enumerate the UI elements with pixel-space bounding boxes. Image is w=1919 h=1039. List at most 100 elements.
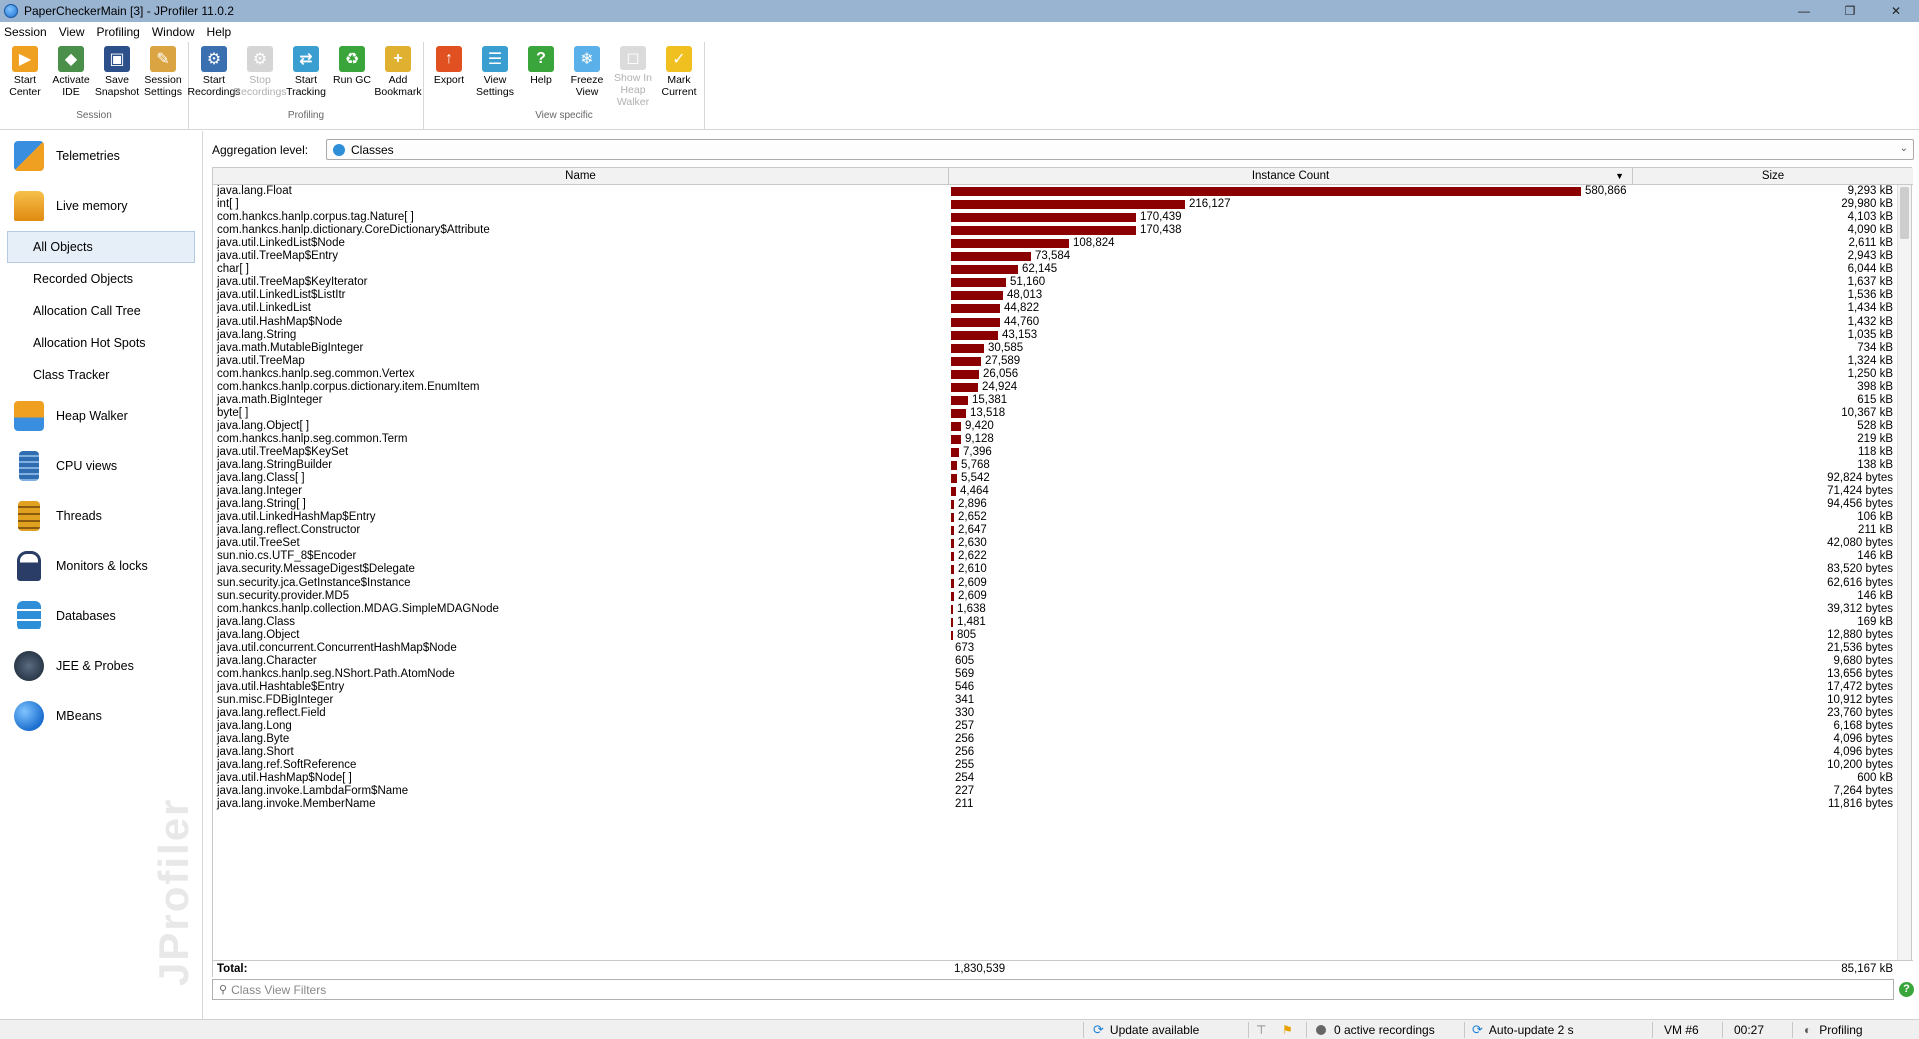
close-button[interactable]: ✕ (1873, 0, 1919, 22)
menu-view[interactable]: View (59, 25, 85, 39)
table-row[interactable]: sun.nio.cs.UTF_8$Encoder 2,622 146 kB (213, 550, 1913, 563)
help-button[interactable]: ? Help (518, 42, 564, 108)
run-gc-button[interactable]: ♻ Run GC (329, 42, 375, 108)
table-row[interactable]: java.lang.Byte 256 4,096 bytes (213, 733, 1913, 746)
table-row[interactable]: java.util.TreeMap$Entry 73,584 2,943 kB (213, 250, 1913, 263)
freeze-view-button[interactable]: ❄ Freeze View (564, 42, 610, 108)
table-row[interactable]: java.util.LinkedList$ListItr 48,013 1,536 … (213, 289, 1913, 302)
toolbar-button-label: Start (294, 74, 318, 86)
table-row[interactable]: byte[ ] 13,518 10,367 kB (213, 407, 1913, 420)
sidebar-item-allocation-hot-spots[interactable]: Allocation Hot Spots (0, 327, 202, 359)
table-row[interactable]: java.util.TreeSet 2,630 42,080 bytes (213, 537, 1913, 550)
filter-help-icon[interactable]: ? (1899, 982, 1914, 997)
sidebar-item-telemetries[interactable]: Telemetries (0, 131, 202, 181)
table-row[interactable]: com.hankcs.hanlp.collection.MDAG.SimpleM… (213, 603, 1913, 616)
table-row[interactable]: com.hankcs.hanlp.corpus.dictionary.item.… (213, 381, 1913, 394)
pin-icon[interactable]: ⊤ (1256, 1020, 1266, 1039)
table-row[interactable]: java.lang.Short 256 4,096 bytes (213, 746, 1913, 759)
menu-session[interactable]: Session (4, 25, 47, 39)
table-row[interactable]: java.lang.Long 257 6,168 bytes (213, 720, 1913, 733)
table-row[interactable]: java.math.MutableBigInteger 30,585 734 kB (213, 342, 1913, 355)
table-row[interactable]: java.util.LinkedList 44,822 1,434 kB (213, 302, 1913, 315)
table-row[interactable]: com.hankcs.hanlp.seg.NShort.Path.AtomNod… (213, 668, 1913, 681)
sidebar-item-monitors-locks[interactable]: Monitors & locks (0, 541, 202, 591)
table-row[interactable]: com.hankcs.hanlp.corpus.tag.Nature[ ] 170… (213, 211, 1913, 224)
menu-window[interactable]: Window (152, 25, 195, 39)
sidebar-item-cpu-views[interactable]: CPU views (0, 441, 202, 491)
table-row[interactable]: java.lang.Float 580,866 9,293 kB (213, 185, 1913, 198)
table-row[interactable]: sun.security.provider.MD5 2,609 146 kB (213, 590, 1913, 603)
table-row[interactable]: java.util.HashMap$Node[ ] 254 600 kB (213, 772, 1913, 785)
sidebar-item-heap-walker[interactable]: Heap Walker (0, 391, 202, 441)
auto-update-status[interactable]: ⟳ Auto-update 2 s (1472, 1020, 1574, 1039)
table-row[interactable]: int[ ] 216,127 29,980 kB (213, 198, 1913, 211)
class-view-filter-input[interactable]: ⚲ Class View Filters (212, 979, 1894, 1000)
sidebar-item-allocation-call-tree[interactable]: Allocation Call Tree (0, 295, 202, 327)
sidebar-item-live-memory[interactable]: Live memory (0, 181, 202, 231)
table-row[interactable]: java.lang.Object 805 12,880 bytes (213, 629, 1913, 642)
table-row[interactable]: java.lang.ref.SoftReference 255 10,200 byt… (213, 759, 1913, 772)
vertical-scrollbar[interactable] (1897, 185, 1911, 960)
sidebar-item-databases[interactable]: Databases (0, 591, 202, 641)
menu-help[interactable]: Help (207, 25, 232, 39)
start-tracking-button[interactable]: ⇄ Start Tracking (283, 42, 329, 108)
update-available-status[interactable]: ⟳ Update available (1093, 1020, 1199, 1039)
table-row[interactable]: java.lang.Class[ ] 5,542 92,824 bytes (213, 472, 1913, 485)
table-row[interactable]: java.lang.Character 605 9,680 bytes (213, 655, 1913, 668)
menu-profiling[interactable]: Profiling (97, 25, 140, 39)
table-row[interactable]: sun.misc.FDBigInteger 341 10,912 bytes (213, 694, 1913, 707)
table-row[interactable]: java.lang.String 43,153 1,035 kB (213, 329, 1913, 342)
table-row[interactable]: java.lang.String[ ] 2,896 94,456 bytes (213, 498, 1913, 511)
table-row[interactable]: java.lang.reflect.Field 330 23,760 bytes (213, 707, 1913, 720)
sidebar-item-mbeans[interactable]: MBeans (0, 691, 202, 741)
table-row[interactable]: java.util.LinkedList$Node 108,824 2,611 kB (213, 237, 1913, 250)
table-row[interactable]: java.lang.invoke.MemberName 211 11,816 byt… (213, 798, 1913, 811)
sidebar-item-class-tracker[interactable]: Class Tracker (0, 359, 202, 391)
table-row[interactable]: java.util.concurrent.ConcurrentHashMap$N… (213, 642, 1913, 655)
column-header-instance-count[interactable]: Instance Count ▼ (949, 168, 1633, 185)
sidebar-item-jee-probes[interactable]: JEE & Probes (0, 641, 202, 691)
table-row[interactable]: com.hankcs.hanlp.dictionary.CoreDictiona… (213, 224, 1913, 237)
table-row[interactable]: java.util.TreeMap$KeyIterator 51,160 1,637… (213, 276, 1913, 289)
add-bookmark-button[interactable]: + Add Bookmark (374, 42, 422, 108)
stop-recordings-button[interactable]: ⚙ Stop Recordings (233, 42, 287, 108)
table-row[interactable]: java.util.LinkedHashMap$Entry 2,652 106 kB (213, 511, 1913, 524)
table-row[interactable]: java.lang.invoke.LambdaForm$Name 227 7,264… (213, 785, 1913, 798)
show-in-heap-walker-button[interactable]: ◻ Show In Heap Walker (610, 42, 656, 108)
session-settings-button[interactable]: ✎ Session Settings (140, 42, 186, 108)
table-row[interactable]: java.util.Hashtable$Entry 546 17,472 bytes (213, 681, 1913, 694)
start-center-button[interactable]: ▶ Start Center (2, 42, 48, 108)
maximize-button[interactable]: ❐ (1827, 0, 1873, 22)
flag-icon[interactable]: ⚑ (1282, 1020, 1293, 1039)
table-row[interactable]: java.security.MessageDigest$Delegate 2,61… (213, 563, 1913, 576)
view-settings-button[interactable]: ☰ View Settings (472, 42, 518, 108)
sidebar-item-recorded-objects[interactable]: Recorded Objects (0, 263, 202, 295)
table-row[interactable]: java.lang.StringBuilder 5,768 138 kB (213, 459, 1913, 472)
table-row[interactable]: sun.security.jca.GetInstance$Instance 2,6… (213, 577, 1913, 590)
table-row[interactable]: java.util.TreeMap 27,589 1,324 kB (213, 355, 1913, 368)
table-row[interactable]: java.lang.Integer 4,464 71,424 bytes (213, 485, 1913, 498)
sidebar-item-all-objects[interactable]: All Objects (7, 231, 195, 263)
table-row[interactable]: java.lang.Object[ ] 9,420 528 kB (213, 420, 1913, 433)
table-row[interactable]: java.math.BigInteger 15,381 615 kB (213, 394, 1913, 407)
instance-count-bar (951, 513, 954, 523)
table-row[interactable]: java.util.HashMap$Node 44,760 1,432 kB (213, 316, 1913, 329)
table-row[interactable]: char[ ] 62,145 6,044 kB (213, 263, 1913, 276)
scrollbar-thumb[interactable] (1900, 187, 1909, 239)
activate-ide-button[interactable]: ◆ Activate IDE (48, 42, 94, 108)
minimize-button[interactable]: — (1781, 0, 1827, 22)
column-header-name[interactable]: Name (213, 168, 949, 185)
table-row[interactable]: com.hankcs.hanlp.seg.common.Vertex 26,056… (213, 368, 1913, 381)
table-row[interactable]: java.lang.Class 1,481 169 kB (213, 616, 1913, 629)
save-snapshot-button[interactable]: ▣ Save Snapshot (94, 42, 140, 108)
mark-current-button[interactable]: ✓ Mark Current (656, 42, 702, 108)
aggregation-level-select[interactable]: Classes ⌄ (326, 139, 1914, 160)
table-row[interactable]: java.lang.reflect.Constructor 2,647 211 kB (213, 524, 1913, 537)
export-button[interactable]: ↑ Export (426, 42, 472, 108)
recording-dot-icon (1316, 1025, 1326, 1035)
column-header-size[interactable]: Size (1633, 168, 1913, 185)
sidebar-item-threads[interactable]: Threads (0, 491, 202, 541)
table-row[interactable]: java.util.TreeMap$KeySet 7,396 118 kB (213, 446, 1913, 459)
start-recordings-button[interactable]: ⚙ Start Recordings (187, 42, 241, 108)
table-row[interactable]: com.hankcs.hanlp.seg.common.Term 9,128 219… (213, 433, 1913, 446)
